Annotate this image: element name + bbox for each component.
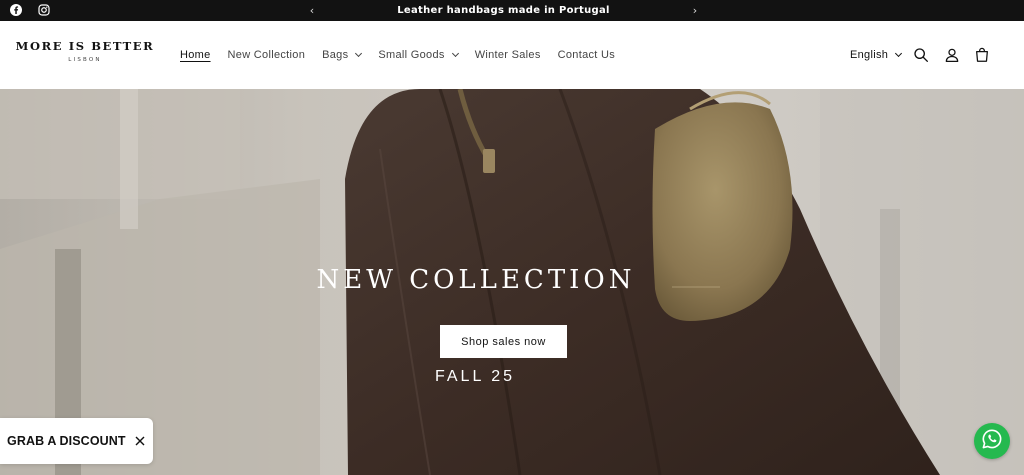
announcement-prev-arrow[interactable]: ‹ [304, 0, 320, 21]
logo-subtitle: LISBON [68, 57, 102, 63]
hero-subtitle: FALL 25 [434, 368, 515, 385]
instagram-icon[interactable] [36, 1, 52, 19]
nav-label: Winter Sales [474, 49, 541, 61]
shop-sales-button[interactable]: Shop sales now [440, 325, 567, 358]
hero-title: NEW COLLECTION [316, 265, 636, 295]
announcement-text: Leather handbags made in Portugal [397, 5, 610, 16]
nav-item-home[interactable]: Home [180, 49, 211, 61]
chevron-down-icon [355, 49, 363, 58]
close-icon[interactable] [134, 435, 146, 447]
discount-popup[interactable]: GRAB A DISCOUNT [0, 418, 153, 464]
nav-item-small-goods[interactable]: Small Goods [378, 49, 459, 61]
nav-label: Home [180, 49, 211, 61]
search-icon[interactable] [911, 45, 931, 65]
nav-label: Contact Us [557, 49, 616, 61]
whatsapp-button[interactable] [974, 423, 1010, 459]
nav-label: Small Goods [378, 49, 445, 61]
chevron-down-icon [895, 49, 903, 58]
cart-icon[interactable] [972, 45, 992, 65]
nav-label: Bags [322, 49, 349, 61]
hero-banner: NEW COLLECTION Shop sales now FALL 25 [0, 89, 1024, 475]
site-logo[interactable]: MORE IS BETTER LISBON [15, 39, 155, 63]
nav-item-contact-us[interactable]: Contact Us [558, 49, 615, 61]
nav-item-new-collection[interactable]: New Collection [228, 49, 306, 61]
site-header: MORE IS BETTER LISBON Home New Collectio… [0, 21, 1024, 89]
account-icon[interactable] [942, 45, 962, 65]
language-label: English [850, 49, 889, 61]
nav-item-bags[interactable]: Bags [322, 49, 363, 61]
discount-label: GRAB A DISCOUNT [7, 434, 126, 448]
nav-item-winter-sales[interactable]: Winter Sales [475, 49, 541, 61]
main-nav: Home New Collection Bags Small Goods Win… [180, 21, 632, 89]
whatsapp-icon [981, 428, 1003, 454]
logo-brand: MORE IS BETTER [15, 39, 155, 53]
chevron-down-icon [451, 49, 459, 58]
announcement-bar: ‹ Leather handbags made in Portugal › [0, 0, 1024, 21]
facebook-icon[interactable] [8, 1, 24, 19]
language-selector[interactable]: English [850, 21, 903, 89]
nav-label: New Collection [227, 49, 306, 61]
announcement-next-arrow[interactable]: › [687, 0, 703, 21]
